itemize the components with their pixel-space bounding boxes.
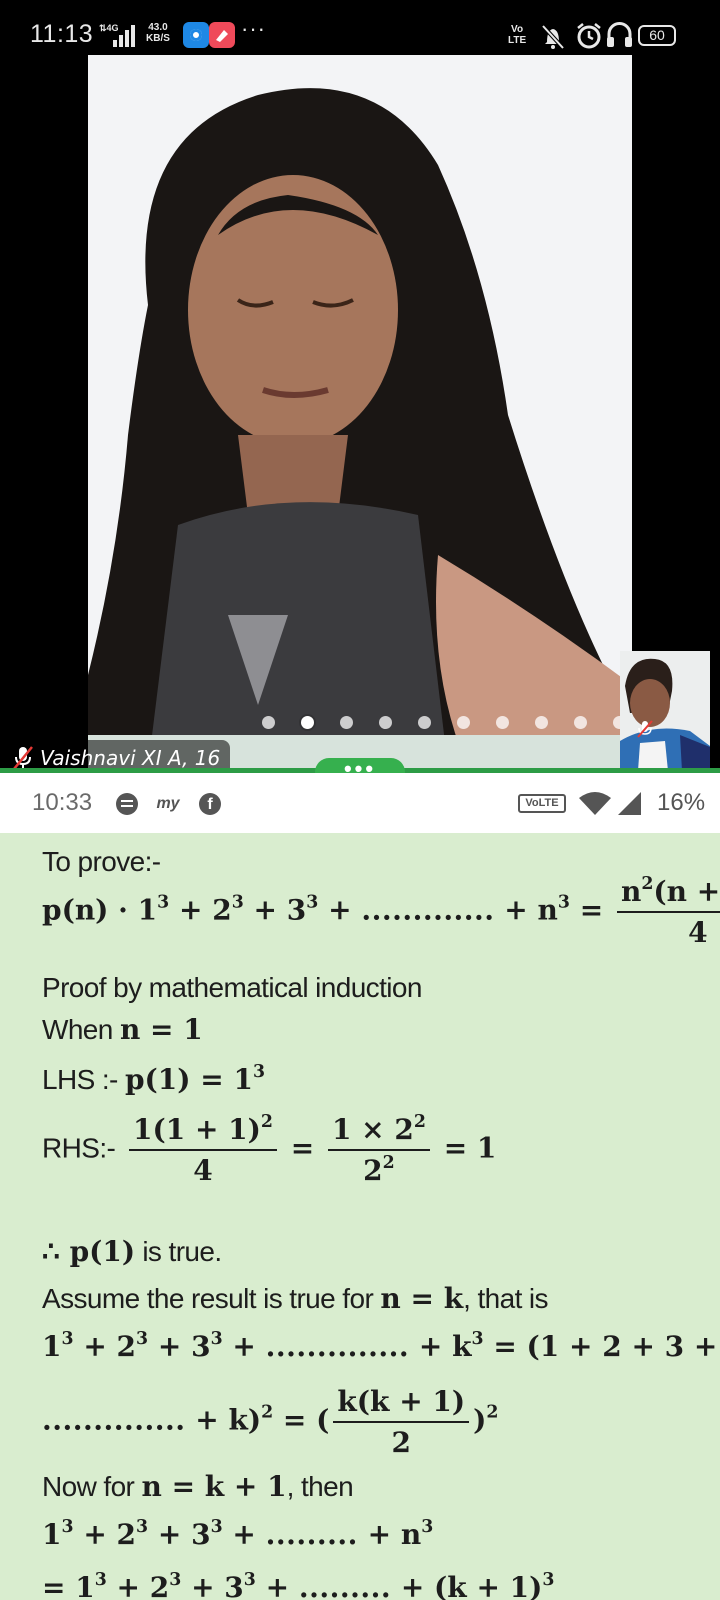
- status-time: 11:13: [30, 20, 94, 48]
- proof-content: To prove:- p(n) · 13 + 23 + 33 + .......…: [0, 833, 720, 1600]
- app-notification-icon: [183, 22, 209, 48]
- self-video-frame: [620, 651, 710, 771]
- rhs-line: RHS:- 1(1 + 1)2 4 = 1 × 22 22 = 1: [42, 1111, 497, 1187]
- headset-icon: [607, 22, 632, 47]
- page-dot[interactable]: [496, 716, 509, 729]
- inductive-prefix: Now for: [42, 1471, 135, 1502]
- video-call-area: Vaishnavi XI A, 16 •••: [0, 55, 720, 786]
- base-case-prefix: When: [42, 1014, 113, 1045]
- svg-text:⇅4G: ⇅4G: [99, 23, 119, 33]
- page-dot[interactable]: [340, 716, 353, 729]
- page-dot[interactable]: [301, 716, 314, 729]
- base-case-line: When n = 1: [42, 1013, 203, 1046]
- proof-method-line: Proof by mathematical induction: [42, 972, 422, 1003]
- assumption-suffix: , that is: [463, 1283, 548, 1314]
- network-speed: 43.0 KB/S: [146, 22, 170, 44]
- speed-value: 43.0: [148, 22, 168, 33]
- shared-screen: 10:33 my f VoLTE 16% To prove:- p(n) · 1…: [0, 773, 720, 1600]
- page-dot[interactable]: [379, 716, 392, 729]
- my-app-icon: my: [156, 795, 180, 812]
- rhs-label: RHS:-: [42, 1132, 116, 1164]
- message-icon: [116, 793, 138, 815]
- shared-status-bar: 10:33 my f VoLTE 16%: [0, 773, 720, 833]
- page-dot[interactable]: [535, 716, 548, 729]
- facebook-icon: f: [199, 793, 221, 815]
- more-notifications-icon: ···: [241, 16, 266, 41]
- app-notification-icon-2: [209, 22, 235, 48]
- assumption-line: Assume the result is true for n = k, tha…: [42, 1282, 549, 1315]
- inductive-suffix: , then: [286, 1471, 354, 1502]
- participant-page-indicator: [262, 716, 626, 729]
- alarm-icon: [577, 23, 601, 49]
- to-prove-heading: To prove:-: [42, 846, 161, 877]
- page-dot[interactable]: [262, 716, 275, 729]
- self-video-thumbnail[interactable]: [620, 651, 710, 771]
- participant-video-frame: [88, 55, 632, 768]
- lhs-label: LHS :-: [42, 1064, 118, 1095]
- inductive-formula-1: 13 + 23 + 33 + ......... + n3: [42, 1516, 434, 1551]
- assumption-formula-2: .............. + k)2 = (k(k + 1) 2)2: [42, 1385, 499, 1459]
- shared-status-time: 10:33: [32, 789, 93, 816]
- volte-icon: VoLTE: [508, 24, 527, 46]
- lhs-line: LHS :- p(1) = 13: [42, 1061, 266, 1096]
- volte-icon: VoLTE: [518, 794, 566, 813]
- inductive-formula-2: = 13 + 23 + 33 + ......... + (k + 1)3: [42, 1569, 555, 1600]
- cellular-signal-icon: [618, 792, 641, 815]
- is-true-text: is true.: [142, 1236, 222, 1267]
- assumption-prefix: Assume the result is true for: [42, 1283, 374, 1314]
- page-dot[interactable]: [457, 716, 470, 729]
- speed-unit: KB/S: [146, 33, 170, 44]
- base-true-line: ∴ p(1) is true.: [42, 1235, 222, 1268]
- participant-name: Vaishnavi XI A, 16: [40, 746, 221, 770]
- battery-indicator: 60: [638, 25, 676, 46]
- mute-icon: [541, 24, 565, 50]
- statement-formula: p(n) · 13 + 23 + 33 + ............. + n3…: [42, 875, 720, 949]
- signal-icon: ⇅4G: [99, 23, 135, 47]
- page-dot[interactable]: [418, 716, 431, 729]
- page-dot[interactable]: [574, 716, 587, 729]
- assumption-formula-1: 13 + 23 + 33 + .............. + k3 = (1 …: [42, 1328, 718, 1363]
- wifi-icon: [579, 792, 611, 815]
- inductive-step-line: Now for n = k + 1, then: [42, 1470, 354, 1503]
- participant-video[interactable]: [88, 55, 632, 768]
- shared-battery-percent: 16%: [657, 789, 706, 816]
